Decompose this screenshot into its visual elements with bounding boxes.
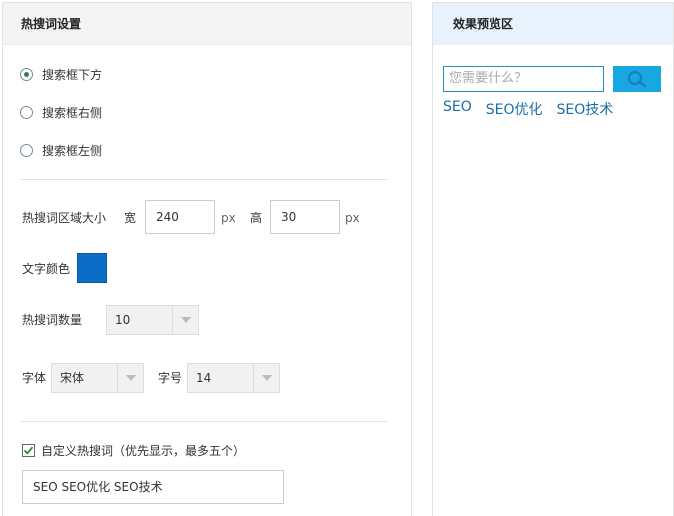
hot-word-link[interactable]: SEO优化 bbox=[486, 99, 543, 119]
hot-word-link[interactable]: SEO技术 bbox=[557, 99, 614, 119]
chevron-down-icon[interactable] bbox=[117, 364, 143, 392]
radio-dot bbox=[24, 71, 29, 77]
search-icon bbox=[627, 70, 647, 88]
width-label: 宽 bbox=[124, 211, 137, 225]
radio-option-left[interactable]: 搜索框左侧 bbox=[20, 142, 102, 158]
radio-option-right[interactable]: 搜索框右侧 bbox=[20, 104, 102, 120]
width-input[interactable]: 240 bbox=[145, 200, 215, 234]
preview-search-input[interactable]: 您需要什么？ bbox=[443, 66, 604, 92]
custom-words-checkbox[interactable] bbox=[22, 444, 35, 457]
custom-words-label: 自定义热搜词（优先显示，最多五个） bbox=[41, 444, 246, 458]
check-icon bbox=[23, 446, 34, 455]
chevron-down-icon[interactable] bbox=[172, 306, 198, 334]
font-label: 字体 bbox=[22, 371, 47, 385]
divider bbox=[20, 179, 388, 180]
radio-button[interactable] bbox=[20, 105, 33, 119]
chevron-down-icon[interactable] bbox=[253, 364, 279, 392]
font-size-value: 14 bbox=[196, 371, 212, 385]
radio-label: 搜索框右侧 bbox=[42, 105, 103, 120]
preview-title: 效果预览区 bbox=[433, 3, 673, 45]
radio-button[interactable] bbox=[20, 143, 33, 157]
font-value: 宋体 bbox=[60, 371, 85, 385]
text-color-label: 文字颜色 bbox=[22, 262, 71, 276]
custom-words-input[interactable]: SEO SEO优化 SEO技术 bbox=[22, 470, 284, 504]
hot-word-link[interactable]: SEO bbox=[443, 99, 472, 119]
font-size-label: 字号 bbox=[158, 371, 183, 385]
radio-option-below[interactable]: 搜索框下方 bbox=[20, 66, 102, 82]
height-input[interactable]: 30 bbox=[270, 200, 340, 234]
preview-hot-words: SEO SEO优化 SEO技术 bbox=[443, 99, 613, 119]
font-select[interactable]: 宋体 bbox=[51, 363, 144, 393]
radio-button-selected[interactable] bbox=[20, 67, 33, 81]
color-swatch[interactable] bbox=[77, 253, 107, 283]
width-unit: px bbox=[221, 211, 236, 225]
radio-label: 搜索框下方 bbox=[42, 67, 103, 82]
preview-search-button[interactable] bbox=[613, 66, 661, 92]
height-unit: px bbox=[345, 211, 360, 225]
count-select[interactable]: 10 bbox=[106, 305, 199, 335]
font-size-select[interactable]: 14 bbox=[187, 363, 280, 393]
count-value: 10 bbox=[115, 313, 131, 327]
height-label: 高 bbox=[250, 211, 263, 225]
divider bbox=[20, 421, 388, 422]
preview-panel: 效果预览区 您需要什么？ SEO SEO优化 SEO技术 bbox=[432, 2, 674, 516]
count-label: 热搜词数量 bbox=[22, 313, 83, 327]
area-size-label: 热搜词区域大小 bbox=[22, 211, 107, 225]
settings-title: 热搜词设置 bbox=[3, 3, 411, 45]
radio-label: 搜索框左侧 bbox=[42, 143, 103, 158]
